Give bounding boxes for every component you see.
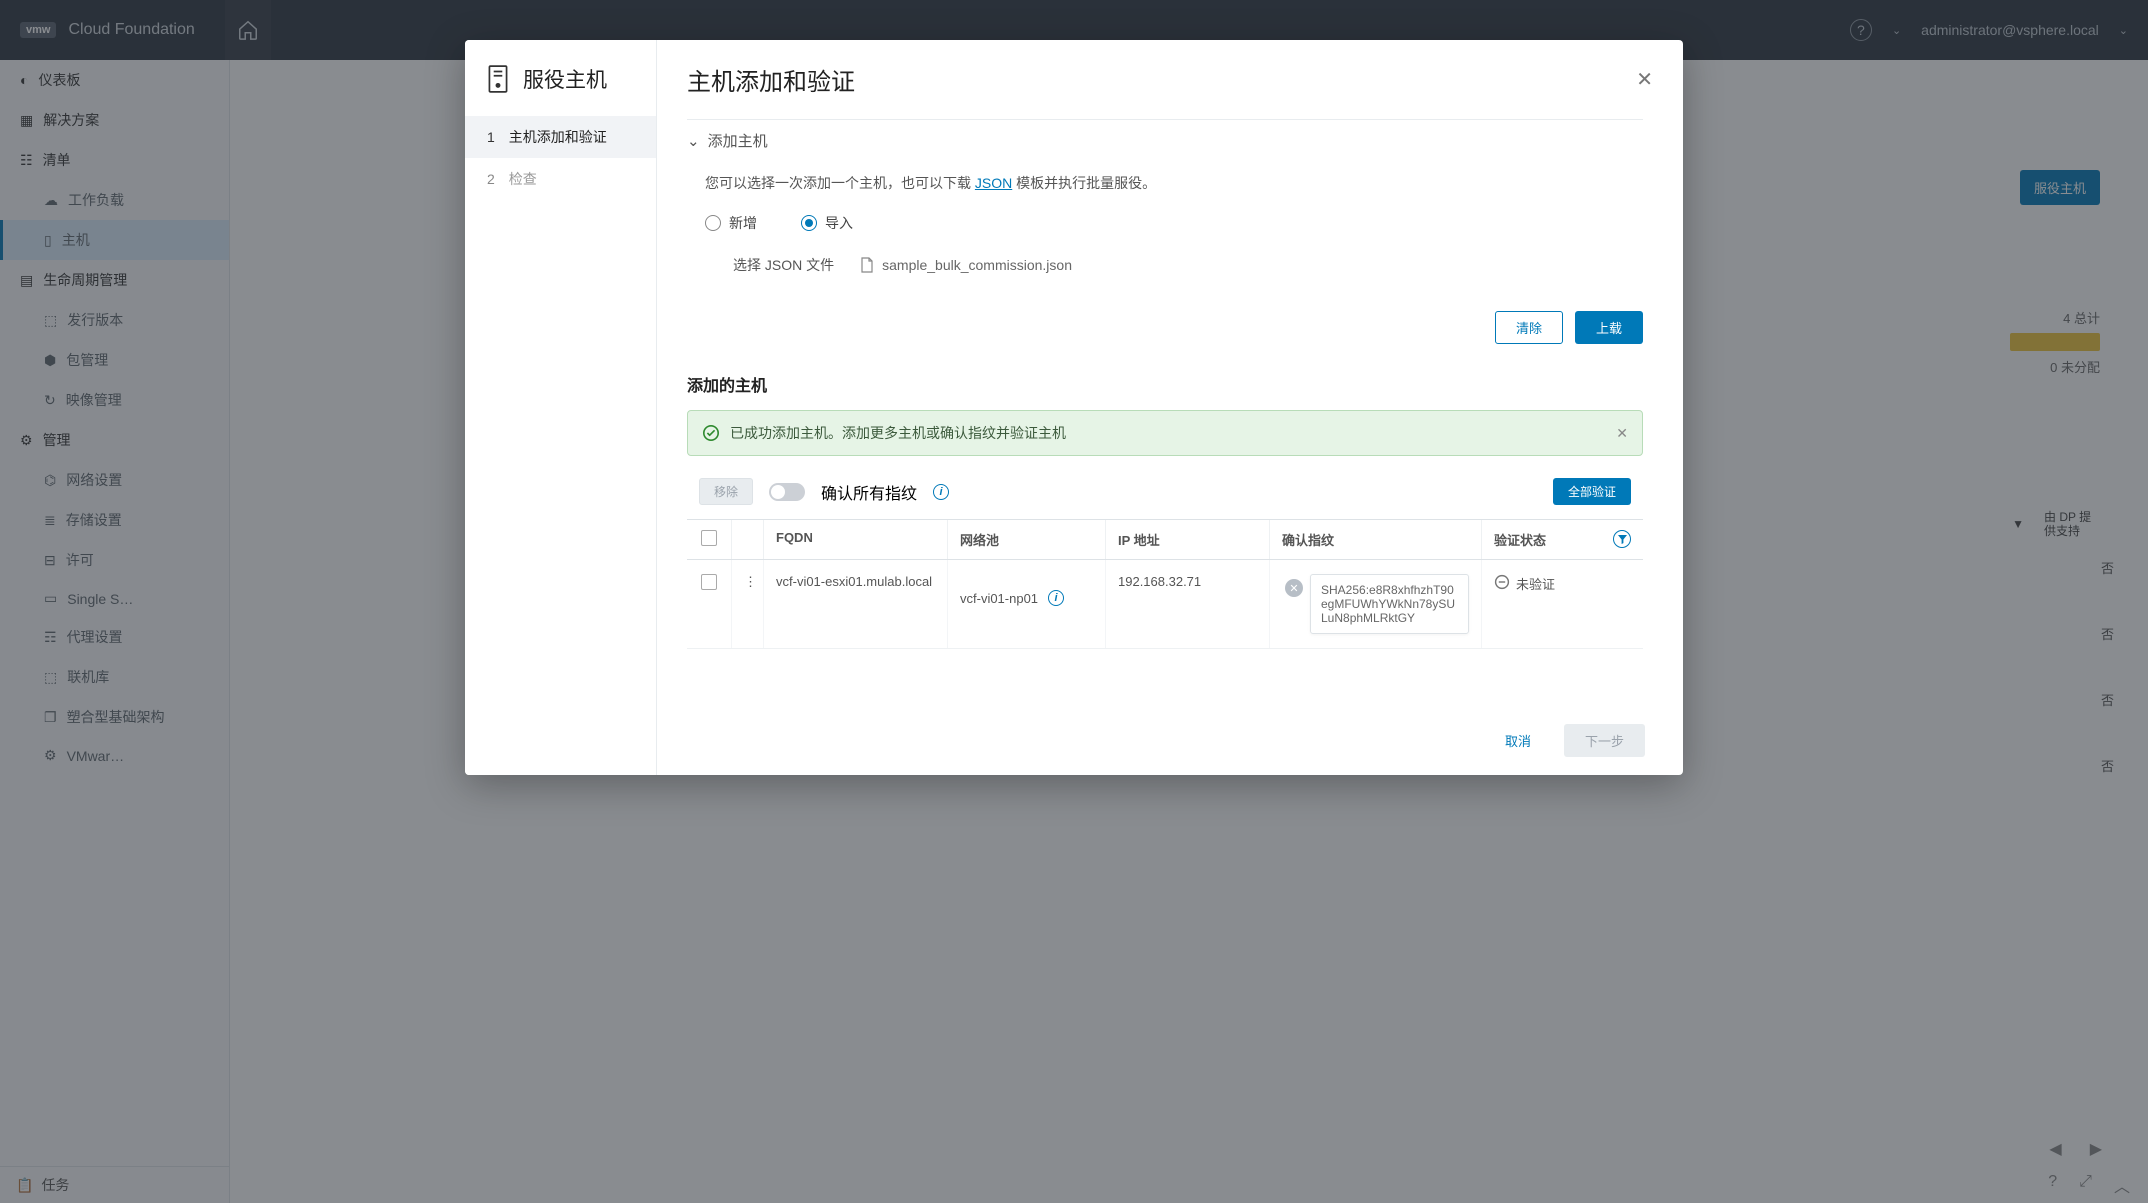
row-ip: 192.168.32.71 [1105, 560, 1269, 648]
fingerprint-deny-icon[interactable]: ✕ [1285, 579, 1303, 597]
success-alert: 已成功添加主机。添加更多主机或确认指纹并验证主机 ✕ [687, 410, 1643, 456]
wizard-title-left: 服役主机 [465, 58, 656, 116]
file-select-row: 选择 JSON 文件 sample_bulk_commission.json [687, 251, 1643, 303]
info-icon[interactable]: i [933, 484, 949, 500]
radio-icon [801, 215, 817, 231]
clear-button[interactable]: 清除 [1495, 311, 1563, 344]
add-mode-radio-group: 新增 导入 [687, 209, 1643, 251]
row-pool: vcf-vi01-np01i [947, 560, 1105, 648]
row-menu-button[interactable]: ⋮ [731, 560, 763, 648]
minus-circle-icon [1494, 574, 1510, 590]
cancel-button[interactable]: 取消 [1484, 724, 1552, 757]
selected-file: sample_bulk_commission.json [860, 257, 1072, 273]
upload-button-row: 清除 上载 [687, 303, 1643, 364]
confirm-all-fp-label: 确认所有指纹 [821, 480, 917, 504]
wizard-step-2[interactable]: 2检查 [465, 158, 656, 200]
col-pool[interactable]: 网络池 [947, 520, 1105, 559]
row-checkbox[interactable] [701, 574, 717, 590]
next-button: 下一步 [1564, 724, 1645, 757]
col-fingerprint[interactable]: 确认指纹 [1269, 520, 1481, 559]
col-fqdn[interactable]: FQDN [763, 520, 947, 559]
check-circle-icon [702, 424, 720, 442]
wizard-left-panel: 服役主机 1主机添加和验证 2检查 [465, 40, 657, 775]
json-template-link[interactable]: JSON [975, 175, 1012, 191]
upload-button[interactable]: 上载 [1575, 311, 1643, 344]
hosts-toolbar: 移除 确认所有指纹 i 全部验证 [687, 472, 1643, 511]
added-hosts-table: FQDN 网络池 IP 地址 确认指纹 验证状态 ⋮ vcf-vi01-esxi… [687, 519, 1643, 649]
choose-file-label: 选择 JSON 文件 [733, 255, 834, 275]
add-host-description: 您可以选择一次添加一个主机，也可以下载 JSON 模板并执行批量服役。 [687, 161, 1643, 209]
dialog-footer: 取消 下一步 [687, 710, 1653, 757]
radio-import[interactable]: 导入 [801, 213, 853, 233]
section-add-host-header[interactable]: ⌄ 添加主机 [687, 119, 1643, 161]
file-icon [860, 257, 874, 273]
radio-new[interactable]: 新增 [705, 213, 757, 233]
modal-overlay: 服役主机 1主机添加和验证 2检查 主机添加和验证 ✕ ⌄ 添加主机 您可以选择… [0, 0, 2148, 1203]
row-fingerprint-cell: ✕ SHA256:e8R8xhfhzhT90egMFUWhYWkNn78ySUL… [1269, 560, 1481, 648]
chevron-down-icon: ⌄ [687, 132, 700, 150]
row-status: 未验证 [1481, 560, 1643, 648]
filter-icon[interactable] [1613, 530, 1631, 548]
dialog-scroll-area[interactable]: ⌄ 添加主机 您可以选择一次添加一个主机，也可以下载 JSON 模板并执行批量服… [687, 119, 1653, 710]
wizard-title-text: 服役主机 [523, 64, 607, 94]
table-row: ⋮ vcf-vi01-esxi01.mulab.local vcf-vi01-n… [687, 560, 1643, 649]
table-header: FQDN 网络池 IP 地址 确认指纹 验证状态 [687, 520, 1643, 560]
col-ip[interactable]: IP 地址 [1105, 520, 1269, 559]
radio-icon [705, 215, 721, 231]
col-status[interactable]: 验证状态 [1481, 520, 1643, 559]
confirm-all-fingerprints-toggle[interactable] [769, 483, 805, 501]
fingerprint-value: ✕ SHA256:e8R8xhfhzhT90egMFUWhYWkNn78ySUL… [1310, 574, 1469, 634]
close-button[interactable]: ✕ [1636, 67, 1653, 92]
remove-button: 移除 [699, 478, 753, 505]
server-icon [485, 64, 511, 94]
wizard-content: 主机添加和验证 ✕ ⌄ 添加主机 您可以选择一次添加一个主机，也可以下载 JSO… [657, 40, 1683, 775]
dialog-title: 主机添加和验证 [687, 62, 855, 97]
added-hosts-title: 添加的主机 [687, 364, 1643, 410]
pool-info-icon[interactable]: i [1048, 590, 1064, 606]
row-fqdn: vcf-vi01-esxi01.mulab.local [763, 560, 947, 648]
wizard-step-1[interactable]: 1主机添加和验证 [465, 116, 656, 158]
alert-close-button[interactable]: ✕ [1616, 425, 1628, 442]
validate-all-button[interactable]: 全部验证 [1553, 478, 1631, 505]
commission-wizard-dialog: 服役主机 1主机添加和验证 2检查 主机添加和验证 ✕ ⌄ 添加主机 您可以选择… [465, 40, 1683, 775]
select-all-checkbox[interactable] [701, 530, 717, 546]
